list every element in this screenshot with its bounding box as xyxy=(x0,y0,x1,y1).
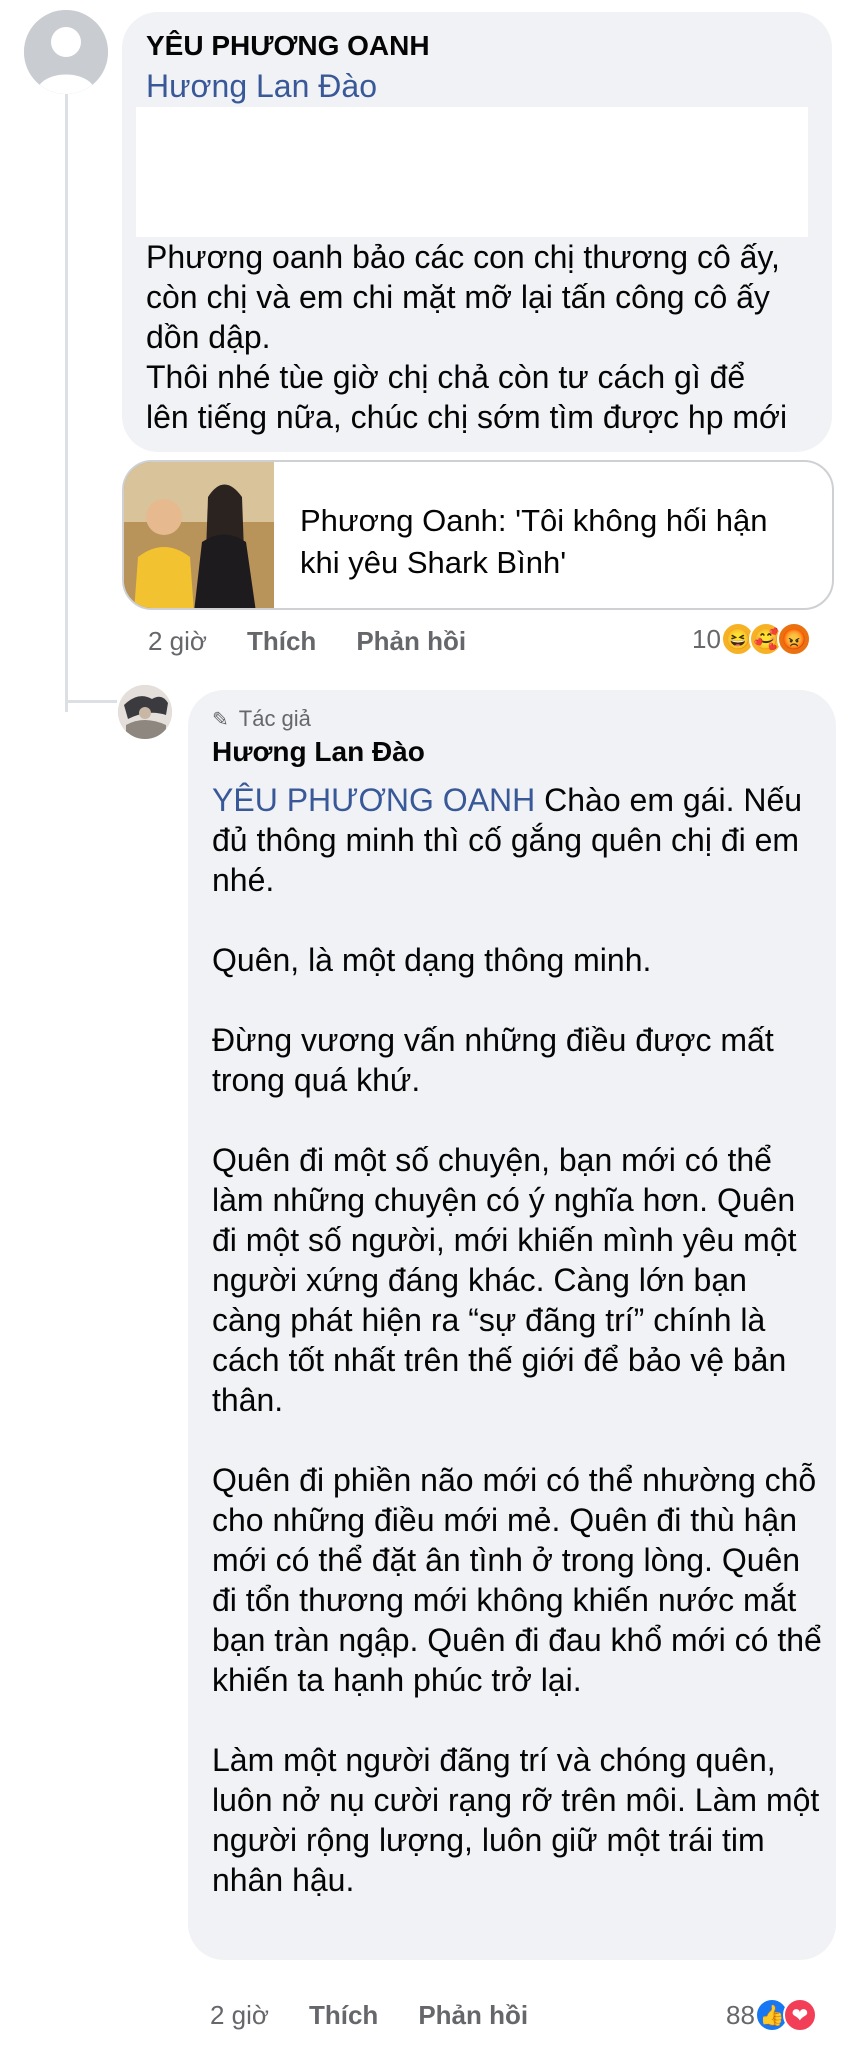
reply-actions: 2 giờ Thích Phản hồi xyxy=(210,2000,568,2031)
reply-paragraph: YÊU PHƯƠNG OANH Chào em gái. Nếu đủ thôn… xyxy=(212,780,824,900)
love-icon: ❤ xyxy=(782,1998,817,2032)
like-button[interactable]: Thích xyxy=(247,626,316,657)
comment-line: lên tiếng nữa, chúc chị sớm tìm được hp … xyxy=(146,399,788,435)
author-badge-label: Tác giả xyxy=(238,706,311,731)
thread-line xyxy=(65,92,68,712)
comment-line: còn chị và em chi mặt mỡ lại tấn công cô… xyxy=(146,279,770,315)
reply-paragraph: Quên đi phiền não mới có thể nhường chỗ … xyxy=(212,1462,822,1698)
mention-tag[interactable]: YÊU PHƯƠNG OANH xyxy=(212,782,535,818)
reply-button[interactable]: Phản hồi xyxy=(356,626,466,657)
reaction-count: 88 xyxy=(726,1999,755,2030)
reply-paragraph: Quên đi một số chuyện, bạn mới có thể là… xyxy=(212,1142,797,1418)
thread-connector xyxy=(65,700,117,703)
comment-line: Phương oanh bảo các con chị thương cô ấy… xyxy=(146,239,780,275)
avatar[interactable] xyxy=(118,685,172,739)
pencil-icon: ✎ xyxy=(212,708,229,731)
reaction-summary[interactable]: 10 😆 🥰 😡 xyxy=(692,622,811,656)
link-preview-card[interactable]: Phương Oanh: 'Tôi không hối hận khi yêu … xyxy=(122,460,834,610)
like-button[interactable]: Thích xyxy=(309,2000,378,2031)
avatar[interactable] xyxy=(24,10,108,94)
timestamp[interactable]: 2 giờ xyxy=(210,2000,269,2031)
reply-bubble: ✎ Tác giả Hương Lan Đào YÊU PHƯƠNG OANH … xyxy=(188,690,836,1960)
link-title: Phương Oanh: 'Tôi không hối hận khi yêu … xyxy=(300,503,768,580)
reply-paragraph: Làm một người đãng trí và chóng quên, lu… xyxy=(212,1742,820,1898)
reaction-summary[interactable]: 88 👍 ❤ xyxy=(726,1998,817,2032)
reply-author[interactable]: Hương Lan Đào xyxy=(212,736,425,768)
comment-line: Thôi nhé tùe giờ chị chả còn tư cách gì … xyxy=(146,359,746,395)
comment-bubble: YÊU PHƯƠNG OANH Hương Lan Đào Phương oan… xyxy=(122,12,832,452)
reaction-count: 10 xyxy=(692,623,721,654)
reply-paragraph: Quên, là một dạng thông minh. xyxy=(212,942,652,978)
redacted-area xyxy=(136,107,808,237)
reply-paragraph: Đừng vương vấn những điều được mất trong… xyxy=(212,1022,774,1098)
timestamp[interactable]: 2 giờ xyxy=(148,626,207,657)
mention-tag[interactable]: Hương Lan Đào xyxy=(146,68,377,105)
comment-line: dồn dập. xyxy=(146,319,271,355)
angry-icon: 😡 xyxy=(776,622,811,656)
reply-text: YÊU PHƯƠNG OANH Chào em gái. Nếu đủ thôn… xyxy=(212,780,824,1940)
comment-author[interactable]: YÊU PHƯƠNG OANH xyxy=(146,30,430,62)
comment-text: Phương oanh bảo các con chị thương cô ấy… xyxy=(146,237,818,437)
comment-actions: 2 giờ Thích Phản hồi xyxy=(148,626,506,657)
link-thumbnail xyxy=(124,462,274,608)
author-badge: ✎ Tác giả xyxy=(212,706,311,732)
reply-button[interactable]: Phản hồi xyxy=(418,2000,528,2031)
